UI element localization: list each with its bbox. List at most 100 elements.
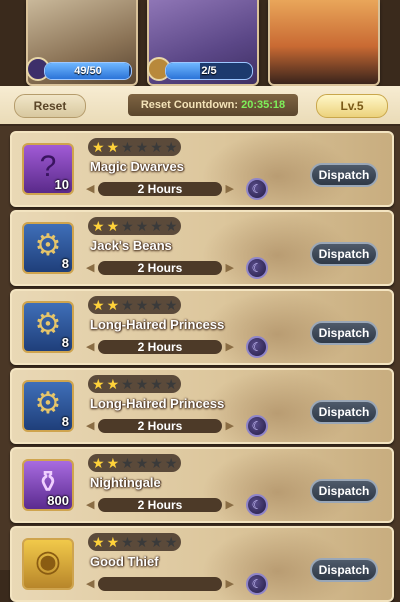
banner-2-progress: 2/5 [165,62,253,80]
moon-coin-icon: ☾ [246,573,268,595]
quest-card[interactable]: ? 10 ★ ★ ★ ★ ★ ★ Magic Dwarves ◀ 2 Hours ▶ ☾ … [10,131,394,207]
star-icon: ★ [106,534,120,550]
moon-coin-icon: ☾ [246,336,268,358]
reward-item[interactable]: ⚙ 8 [22,222,74,274]
quest-card[interactable]: ⚙ 8 ★ ★ ★ ★ ★ ★ Jack's Beans ◀ 2 Hours ▶ ☾ Di… [10,210,394,286]
star-rating: ★ ★ ★ ★ ★ ★ [88,217,182,235]
duration-selector[interactable]: ◀ 2 Hours ▶ [86,339,234,355]
reward-item[interactable]: ◉ [22,538,74,590]
star-icon: ★ [106,455,120,471]
star-icon: ★ [92,376,105,392]
star-icon: ★ [121,376,134,392]
star-icon: ★ [121,297,134,313]
chevron-right-icon[interactable]: ▶ [226,418,234,434]
quest-list[interactable]: ? 10 ★ ★ ★ ★ ★ ★ Magic Dwarves ◀ 2 Hours ▶ ☾ … [0,126,400,602]
quest-name: Long-Haired Princess [90,317,225,332]
chevron-right-icon[interactable]: ▶ [226,576,234,592]
reward-item[interactable]: ⚙ 8 [22,380,74,432]
dispatch-button[interactable]: Dispatch [310,321,378,345]
duration-value: 2 Hours [98,182,222,196]
quest-card[interactable]: ◉ ★ ★ ★ ★ ★ ★ Good Thief ◀ ▶ ☾ Dispatch [10,526,394,602]
quest-card[interactable]: ⚱ 800 ★ ★ ★ ★ ★ ★ Nightingale ◀ 2 Hours ▶ ☾ D… [10,447,394,523]
reward-item[interactable]: ⚙ 8 [22,301,74,353]
reward-quantity: 8 [61,414,69,429]
star-icon: ★ [150,534,163,550]
duration-value: 2 Hours [98,340,222,354]
reset-countdown: Reset Countdown: 20:35:18 [128,94,298,116]
quest-name: Nightingale [90,475,161,490]
star-icon: ★ [150,218,163,234]
chevron-left-icon[interactable]: ◀ [86,576,94,592]
quest-name: Jack's Beans [90,238,172,253]
duration-value: 2 Hours [98,498,222,512]
star-icon: ★ [164,455,178,471]
star-icon: ★ [121,139,134,155]
quest-name: Good Thief [90,554,159,569]
banner-1-progress: 49/50 [44,62,132,80]
duration-selector[interactable]: ◀ 2 Hours ▶ [86,260,234,276]
quest-card[interactable]: ⚙ 8 ★ ★ ★ ★ ★ ★ Long-Haired Princess ◀ 2 Hour… [10,368,394,444]
star-icon: ★ [135,455,149,471]
dispatch-button[interactable]: Dispatch [310,163,378,187]
star-icon: ★ [106,139,120,155]
banner-hero-3[interactable] [268,0,380,86]
quest-card[interactable]: ⚙ 8 ★ ★ ★ ★ ★ ★ Long-Haired Princess ◀ 2 Hour… [10,289,394,365]
dispatch-button[interactable]: Dispatch [310,558,378,582]
chevron-right-icon[interactable]: ▶ [226,260,234,276]
chevron-left-icon[interactable]: ◀ [86,260,94,276]
reward-quantity: 10 [54,177,69,192]
star-rating: ★ ★ ★ ★ ★ ★ [88,296,182,314]
duration-selector[interactable]: ◀ 2 Hours ▶ [86,418,234,434]
star-icon: ★ [92,297,105,313]
star-rating: ★ ★ ★ ★ ★ ★ [88,454,182,472]
reset-button[interactable]: Reset [14,94,86,118]
chevron-left-icon[interactable]: ◀ [86,339,94,355]
star-rating: ★ ★ ★ ★ ★ ★ [88,375,182,393]
chevron-left-icon[interactable]: ◀ [86,181,94,197]
moon-coin-icon: ☾ [246,415,268,437]
star-icon: ★ [135,376,149,392]
duration-selector[interactable]: ◀ ▶ [86,576,234,592]
chevron-left-icon[interactable]: ◀ [86,418,94,434]
duration-selector[interactable]: ◀ 2 Hours ▶ [86,497,234,513]
quest-name: Long-Haired Princess [90,396,225,411]
star-icon: ★ [135,534,149,550]
duration-value: 2 Hours [98,419,222,433]
star-icon: ★ [92,139,105,155]
star-rating: ★ ★ ★ ★ ★ ★ [88,138,182,156]
star-icon: ★ [135,297,149,313]
reward-item[interactable]: ⚱ 800 [22,459,74,511]
reward-item[interactable]: ? 10 [22,143,74,195]
level-badge[interactable]: Lv.5 [316,94,388,118]
star-icon: ★ [135,139,149,155]
star-icon: ★ [106,297,120,313]
dispatch-button[interactable]: Dispatch [310,479,378,503]
star-icon: ★ [106,218,120,234]
star-icon: ★ [164,376,178,392]
dispatch-button[interactable]: Dispatch [310,400,378,424]
moon-coin-icon: ☾ [246,178,268,200]
star-icon: ★ [150,139,163,155]
star-icon: ★ [121,455,134,471]
dispatch-button[interactable]: Dispatch [310,242,378,266]
star-icon: ★ [92,455,105,471]
chevron-left-icon[interactable]: ◀ [86,497,94,513]
star-icon: ★ [92,218,105,234]
chevron-right-icon[interactable]: ▶ [226,339,234,355]
banner-2-progress-text: 2/5 [201,65,217,77]
reward-quantity: 8 [61,256,69,271]
chevron-right-icon[interactable]: ▶ [226,181,234,197]
reward-quantity: 800 [47,493,69,508]
gold-coin-icon: ◉ [34,545,62,578]
star-icon: ★ [92,534,105,550]
countdown-time: 20:35:18 [241,99,286,111]
star-icon: ★ [121,218,134,234]
star-icon: ★ [164,218,178,234]
duration-selector[interactable]: ◀ 2 Hours ▶ [86,181,234,197]
star-icon: ★ [164,297,178,313]
chevron-right-icon[interactable]: ▶ [226,497,234,513]
moon-coin-icon: ☾ [246,494,268,516]
star-icon: ★ [106,376,120,392]
moon-coin-icon: ☾ [246,257,268,279]
star-icon: ★ [150,297,163,313]
